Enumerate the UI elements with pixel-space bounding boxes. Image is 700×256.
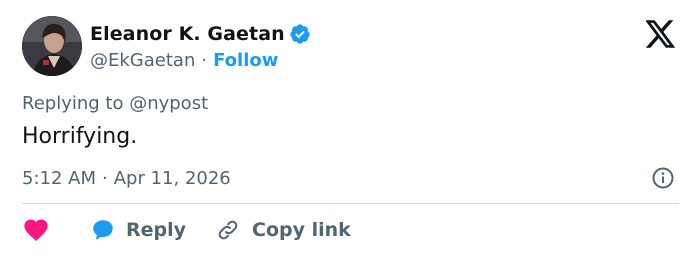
tweet-timestamp[interactable]: 5:12 AM · Apr 11, 2026 xyxy=(22,165,231,191)
copy-link-button[interactable]: Copy link xyxy=(186,218,351,242)
author-name-row: Eleanor K. Gaetan xyxy=(90,20,311,48)
divider xyxy=(22,203,679,204)
author-handle-row: @EkGaetan · Follow xyxy=(90,47,278,73)
tweet-date[interactable]: Apr 11, 2026 xyxy=(114,168,231,189)
reply-button[interactable]: Reply xyxy=(50,217,186,243)
tweet-time[interactable]: 5:12 AM xyxy=(22,168,96,189)
follow-button[interactable]: Follow xyxy=(213,50,278,71)
x-logo-icon[interactable] xyxy=(645,20,676,48)
link-icon xyxy=(216,218,240,242)
action-bar: Reply Copy link xyxy=(22,214,351,246)
avatar-image xyxy=(22,16,82,76)
author-handle[interactable]: @EkGaetan xyxy=(90,50,195,71)
copy-link-label: Copy link xyxy=(252,219,351,241)
info-icon[interactable] xyxy=(651,166,675,190)
tweet-card: Eleanor K. Gaetan @EkGaetan · Follow Rep… xyxy=(0,0,700,256)
speech-bubble-icon xyxy=(90,217,116,243)
display-name[interactable]: Eleanor K. Gaetan xyxy=(90,23,285,45)
reply-label: Reply xyxy=(126,219,187,241)
avatar[interactable] xyxy=(22,16,82,76)
tweet-text: Horrifying. xyxy=(22,124,138,149)
separator-dot: · xyxy=(102,167,108,189)
heart-icon xyxy=(22,216,50,244)
verified-badge-icon xyxy=(289,23,311,45)
replying-to[interactable]: Replying to @nypost xyxy=(22,93,208,114)
separator-dot: · xyxy=(201,49,208,71)
like-button[interactable] xyxy=(22,216,50,244)
